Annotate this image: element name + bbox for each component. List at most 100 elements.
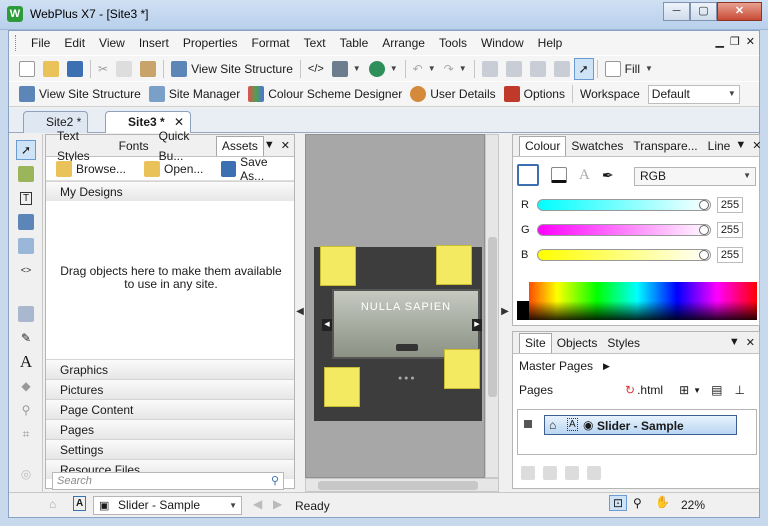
slider-button[interactable] <box>396 344 418 351</box>
search-icon[interactable]: ⚲ <box>271 474 279 487</box>
colour-picker-icon[interactable]: ✒ <box>602 167 614 184</box>
prev-page-icon[interactable]: ◀ <box>253 497 262 511</box>
site-structure-icon[interactable]: ⊥ <box>734 383 744 397</box>
my-designs-header[interactable]: My Designs <box>46 181 294 201</box>
view-site-structure-button-1[interactable]: View Site Structure <box>167 58 297 80</box>
green-slider[interactable] <box>537 224 711 236</box>
black-white-swatch[interactable] <box>517 282 529 320</box>
view-site-structure-button-2[interactable]: View Site Structure <box>15 83 145 105</box>
slider-prev-icon[interactable]: ◀ <box>322 319 332 331</box>
open-assets-button[interactable]: Open... <box>140 158 207 180</box>
menu-table[interactable]: Table <box>333 31 376 55</box>
sticky-note[interactable] <box>444 349 480 389</box>
new-button[interactable] <box>15 58 39 80</box>
vertical-scrollbar[interactable] <box>485 134 499 478</box>
copy-button[interactable] <box>112 58 136 80</box>
menu-view[interactable]: View <box>92 31 132 55</box>
horizontal-scrollbar[interactable] <box>305 478 499 492</box>
doc-close-icon[interactable]: ✕ <box>746 35 755 48</box>
section-pages[interactable]: Pages <box>46 419 294 439</box>
site-tool-icon[interactable] <box>587 466 601 480</box>
blue-value[interactable]: 255 <box>717 247 743 263</box>
slider-next-icon[interactable]: ▶ <box>472 319 482 331</box>
home-page-icon[interactable]: ⌂ <box>49 497 56 511</box>
panel-menu-icon[interactable]: ▼ <box>729 336 740 349</box>
assets-search-input[interactable]: Search ⚲ <box>52 472 284 490</box>
fill-colour-icon[interactable] <box>517 164 539 186</box>
panel-close-icon[interactable]: ✕ <box>281 139 290 152</box>
slider-knob[interactable] <box>699 250 709 260</box>
panel-close-icon[interactable]: ✕ <box>746 336 755 349</box>
master-page-icon[interactable]: A <box>73 496 87 511</box>
crop-square-tool[interactable]: ⌗ <box>16 424 36 444</box>
page-select[interactable]: ▣ Slider - Sample ▼ <box>93 496 242 515</box>
tab-styles[interactable]: Styles <box>602 333 645 353</box>
menu-tools[interactable]: Tools <box>432 31 474 55</box>
transparency-tool[interactable]: ⚲ <box>16 400 36 420</box>
add-master-page-icon[interactable] <box>735 358 751 374</box>
page-properties-icon[interactable]: ▤ <box>711 383 722 397</box>
html-extension[interactable]: .html <box>637 383 663 397</box>
panel-menu-icon[interactable]: ▼ <box>735 139 746 152</box>
doc-minimize-icon[interactable]: ▁ <box>715 35 723 48</box>
text-colour-icon[interactable]: A <box>579 167 590 184</box>
artistic-text-a-tool[interactable]: A <box>16 352 36 372</box>
fill-button[interactable]: Fill ▼ <box>601 58 657 80</box>
pen-tool[interactable]: ✎ <box>16 328 36 348</box>
sticky-note[interactable] <box>320 246 356 286</box>
section-pictures[interactable]: Pictures <box>46 379 294 399</box>
red-value[interactable]: 255 <box>717 197 743 213</box>
site-tool-icon[interactable] <box>521 466 535 480</box>
red-slider[interactable] <box>537 199 711 211</box>
doc-restore-icon[interactable]: ❐ <box>730 35 740 48</box>
close-button[interactable]: ✕ <box>717 2 762 21</box>
preview-button[interactable]: ▼ <box>328 58 365 80</box>
collapse-left-icon[interactable]: ◀ <box>295 301 305 323</box>
arrange-button-4[interactable] <box>550 58 574 80</box>
next-page-icon[interactable]: ▶ <box>273 497 282 511</box>
scroll-thumb[interactable] <box>488 237 497 397</box>
tab-colour[interactable]: Colour <box>519 135 567 156</box>
tab-fonts[interactable]: Fonts <box>114 136 154 156</box>
colour-scheme-designer-button[interactable]: Colour Scheme Designer <box>244 83 406 105</box>
arrange-button-1[interactable] <box>478 58 502 80</box>
tab-line[interactable]: Line <box>703 136 736 156</box>
shape-tool[interactable] <box>16 304 36 324</box>
arrange-button-3[interactable] <box>526 58 550 80</box>
menu-insert[interactable]: Insert <box>132 31 176 55</box>
select-mode-button[interactable]: ➚ <box>573 57 594 80</box>
section-settings[interactable]: Settings <box>46 439 294 459</box>
html-fragment-tool[interactable]: <> <box>16 260 36 280</box>
blue-slider[interactable] <box>537 249 711 261</box>
section-graphics[interactable]: Graphics <box>46 359 294 379</box>
html-code-button[interactable]: </> <box>304 58 328 80</box>
scroll-thumb[interactable] <box>318 481 478 490</box>
site-tool-icon[interactable] <box>543 466 557 480</box>
section-page-content[interactable]: Page Content <box>46 399 294 419</box>
tab-objects[interactable]: Objects <box>552 333 603 353</box>
tab-site[interactable]: Site <box>519 332 552 353</box>
arrange-button-2[interactable] <box>502 58 526 80</box>
maximize-button[interactable]: ▢ <box>690 2 717 21</box>
site-tool-icon[interactable] <box>565 466 579 480</box>
browse-button[interactable]: Browse... <box>52 158 130 180</box>
menu-help[interactable]: Help <box>531 31 570 55</box>
colour-model-select[interactable]: RGB ▼ <box>634 167 756 186</box>
open-button[interactable] <box>39 58 63 80</box>
table-tool[interactable] <box>16 236 36 256</box>
pointer-tool[interactable]: ➚ <box>16 140 36 160</box>
green-value[interactable]: 255 <box>717 222 743 238</box>
expand-arrow-icon[interactable]: ▶ <box>603 361 610 372</box>
zoom-to-fit-icon[interactable]: ⊡ <box>609 495 628 511</box>
add-page-icon[interactable]: ⊞ <box>679 383 689 397</box>
tab-assets[interactable]: Assets <box>215 135 264 156</box>
chevron-down-icon[interactable]: ▼ <box>693 386 701 395</box>
menu-file[interactable]: File <box>24 31 57 55</box>
page-canvas[interactable]: NULLA SAPIEN ◀ ▶ ● ● ● <box>314 245 482 421</box>
menu-arrange[interactable]: Arrange <box>375 31 432 55</box>
paste-button[interactable] <box>136 58 160 80</box>
publish-button[interactable]: ▼ <box>365 58 402 80</box>
menu-text[interactable]: Text <box>297 31 333 55</box>
slider-knob[interactable] <box>699 200 709 210</box>
menu-window[interactable]: Window <box>474 31 531 55</box>
